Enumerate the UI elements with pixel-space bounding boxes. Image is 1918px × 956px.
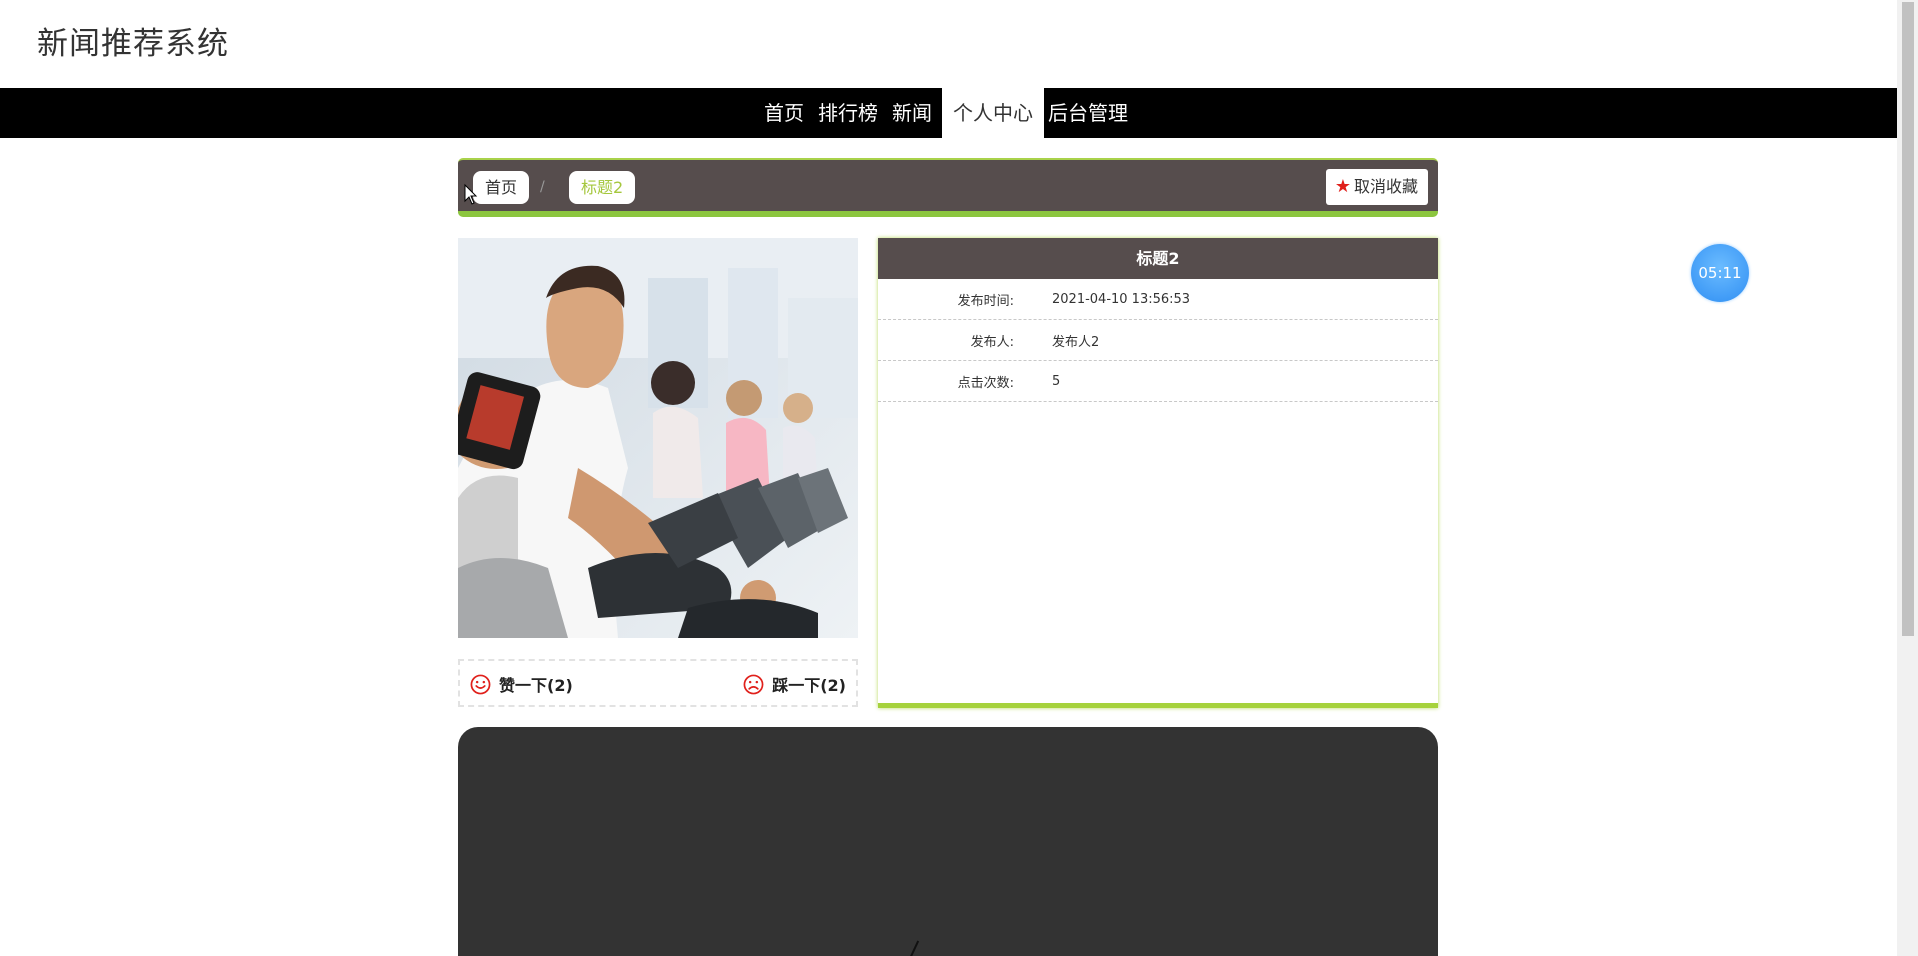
unfavorite-label: 取消收藏 <box>1353 177 1418 196</box>
nav-item-personal-center[interactable]: 个人中心 <box>942 88 1044 138</box>
nav-item-ranking[interactable]: 排行榜 <box>814 88 882 138</box>
timer-badge[interactable]: 05:11 <box>1691 244 1749 302</box>
smile-face-icon <box>470 674 491 694</box>
like-button[interactable]: 赞一下(2) <box>470 672 573 696</box>
info-value-publish-time: 2021-04-10 13:56:53 <box>1052 291 1191 307</box>
breadcrumb-home-link[interactable]: 首页 <box>473 171 530 204</box>
dislike-button[interactable]: 踩一下(2) <box>743 672 846 696</box>
news-photo-gym-bikes <box>458 238 858 638</box>
video-player[interactable] <box>458 727 1438 956</box>
breadcrumb: 首页 / 标题2 ★ 取消收藏 <box>458 158 1438 217</box>
page-scrollbar[interactable] <box>1897 0 1918 956</box>
news-info-panel: 标题2 发布时间: 2021-04-10 13:56:53 发布人: 发布人2 … <box>878 238 1438 708</box>
vote-box: 赞一下(2) 踩一下(2) <box>458 659 858 707</box>
main-navbar: 首页 排行榜 新闻 个人中心 后台管理 <box>0 88 1897 138</box>
star-icon: ★ <box>1334 176 1351 197</box>
info-value-click-count: 5 <box>1052 373 1061 389</box>
info-row-publish-time: 发布时间: 2021-04-10 13:56:53 <box>878 279 1438 320</box>
news-image <box>458 238 858 638</box>
nav-items: 首页 排行榜 新闻 个人中心 后台管理 <box>760 88 1132 138</box>
dislike-label: 踩一下(2) <box>772 676 846 695</box>
info-key-click-count: 点击次数: <box>957 375 1014 391</box>
video-loading-mark <box>908 940 920 956</box>
scrollbar-thumb[interactable] <box>1902 2 1914 636</box>
nav-item-news[interactable]: 新闻 <box>888 88 936 138</box>
sad-face-icon <box>743 674 764 694</box>
mouse-cursor-icon <box>464 183 478 205</box>
info-row-click-count: 点击次数: 5 <box>878 361 1438 402</box>
breadcrumb-current: 标题2 <box>569 171 636 204</box>
site-title: 新闻推荐系统 <box>37 26 229 62</box>
info-key-publisher: 发布人: <box>970 334 1014 350</box>
info-row-publisher: 发布人: 发布人2 <box>878 320 1438 361</box>
like-label: 赞一下(2) <box>499 676 573 695</box>
unfavorite-button[interactable]: ★ 取消收藏 <box>1325 169 1428 205</box>
nav-item-admin[interactable]: 后台管理 <box>1044 88 1132 138</box>
news-info-title: 标题2 <box>878 238 1438 279</box>
info-value-publisher: 发布人2 <box>1052 334 1100 350</box>
nav-item-home[interactable]: 首页 <box>760 88 808 138</box>
info-key-publish-time: 发布时间: <box>957 293 1014 309</box>
breadcrumb-separator: / <box>540 179 545 195</box>
